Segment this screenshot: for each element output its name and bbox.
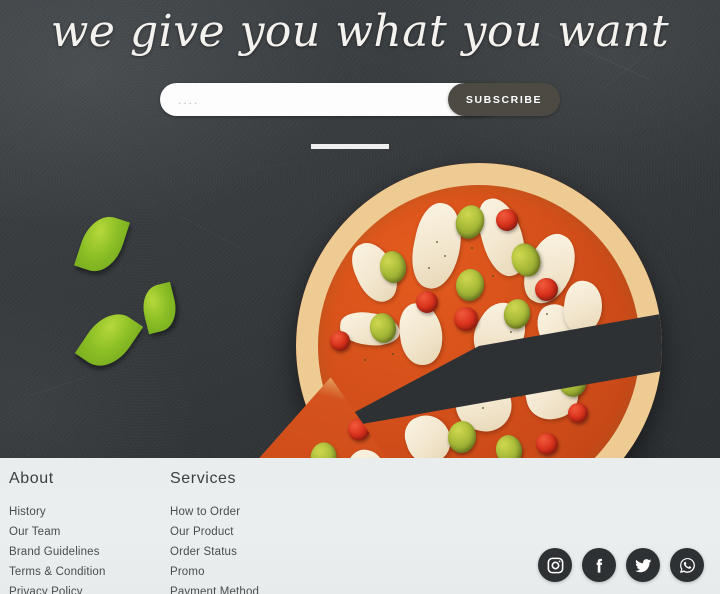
facebook-icon[interactable] [582,548,616,582]
instagram-icon[interactable] [538,548,572,582]
footer-link-our-team[interactable]: Our Team [9,522,106,542]
footer-link-privacy-policy[interactable]: Privacy Policy [9,582,106,594]
footer-link-history[interactable]: History [9,502,106,522]
footer-link-promo[interactable]: Promo [170,562,259,582]
footer-link-payment-method[interactable]: Payment Method [170,582,259,594]
footer-link-our-product[interactable]: Our Product [170,522,259,542]
newsletter-footer-page: we give you what you want SUBSCRIBE [0,0,720,594]
social-links [538,548,704,582]
site-footer: About History Our Team Brand Guidelines … [0,458,720,594]
footer-link-terms-condition[interactable]: Terms & Condition [9,562,106,582]
footer-column-services: Services How to Order Our Product Order … [170,470,259,594]
twitter-icon[interactable] [626,548,660,582]
footer-link-how-to-order[interactable]: How to Order [170,502,259,522]
footer-column-about: About History Our Team Brand Guidelines … [9,470,106,594]
footer-link-order-status[interactable]: Order Status [170,542,259,562]
footer-link-brand-guidelines[interactable]: Brand Guidelines [9,542,106,562]
footer-heading-about: About [9,470,54,487]
footer-heading-services: Services [170,470,237,487]
whatsapp-icon[interactable] [670,548,704,582]
